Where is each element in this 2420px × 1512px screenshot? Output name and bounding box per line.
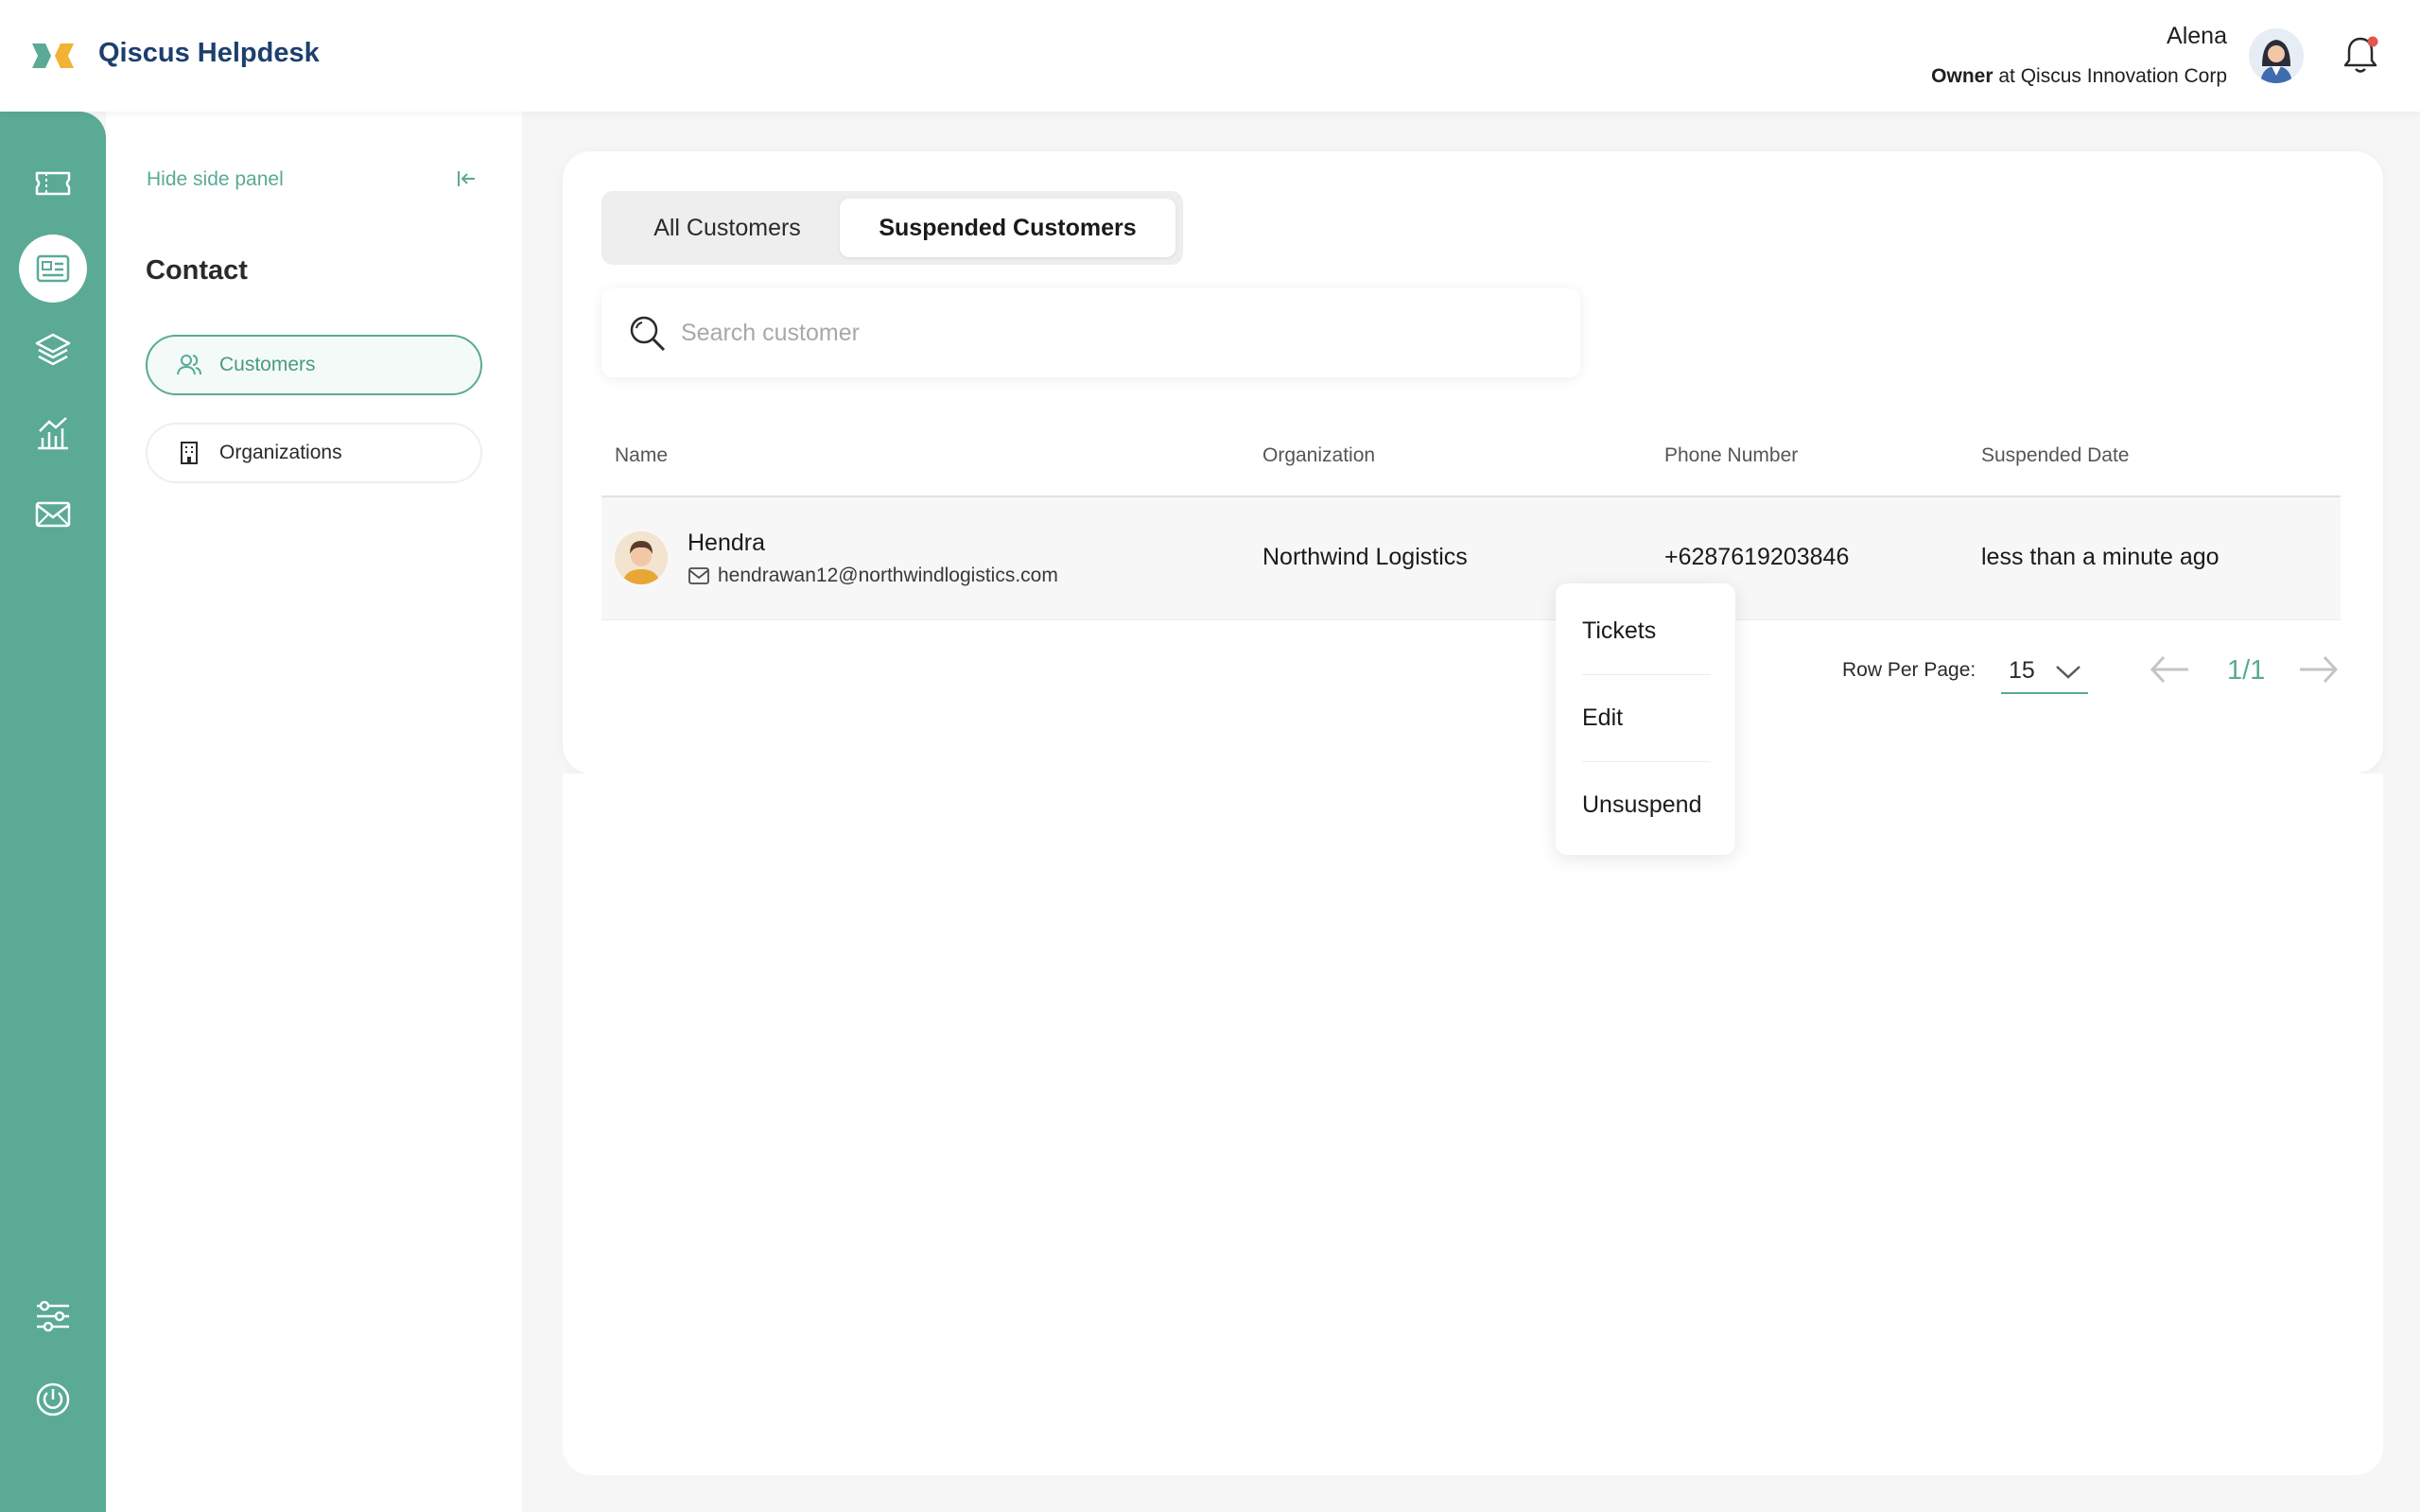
column-header-organization: Organization bbox=[1262, 444, 1376, 466]
user-avatar[interactable] bbox=[2249, 28, 2304, 83]
tab-suspended-customers[interactable]: Suspended Customers bbox=[840, 199, 1175, 257]
customer-avatar-icon bbox=[615, 531, 668, 584]
user-name: Alena bbox=[2167, 23, 2227, 49]
rail-layers-button[interactable] bbox=[19, 316, 87, 384]
customer-organization: Northwind Logistics bbox=[1262, 544, 1468, 570]
search-icon bbox=[630, 316, 666, 352]
qiscus-logo-icon bbox=[32, 43, 74, 68]
side-nav-customers[interactable]: Customers bbox=[146, 335, 482, 395]
side-nav-organizations-label: Organizations bbox=[219, 442, 342, 463]
user-role-line: Owner at Qiscus Innovation Corp bbox=[1931, 65, 2227, 88]
rows-per-page-value: 15 bbox=[2009, 657, 2035, 684]
side-panel bbox=[106, 112, 522, 1512]
customer-tabs: All Customers Suspended Customers bbox=[601, 191, 1183, 265]
side-nav-customers-label: Customers bbox=[219, 354, 316, 375]
customer-email: hendrawan12@northwindlogistics.com bbox=[718, 565, 1058, 586]
rail-contact-button[interactable] bbox=[19, 235, 87, 303]
rows-per-page-label: Row Per Page: bbox=[1842, 659, 1976, 681]
contact-card-icon bbox=[36, 254, 70, 283]
user-role: Owner bbox=[1931, 65, 1993, 87]
ticket-icon bbox=[35, 171, 71, 196]
customer-suspended-date: less than a minute ago bbox=[1981, 544, 2220, 570]
email-icon bbox=[688, 567, 709, 584]
menu-item-unsuspend[interactable]: Unsuspend bbox=[1582, 791, 1711, 819]
top-header: Qiscus Helpdesk Alena Owner at Qiscus In… bbox=[0, 0, 2420, 112]
column-header-suspended-date: Suspended Date bbox=[1981, 444, 2130, 466]
users-icon bbox=[177, 355, 201, 375]
building-icon bbox=[181, 442, 198, 464]
content-area bbox=[563, 773, 2383, 1475]
settings-sliders-icon bbox=[37, 1300, 69, 1332]
layers-icon bbox=[35, 333, 71, 366]
previous-page-arrow-icon[interactable] bbox=[2149, 654, 2190, 685]
search-input[interactable] bbox=[681, 307, 1560, 358]
notification-bell-icon[interactable] bbox=[2342, 34, 2379, 76]
hide-side-panel-link[interactable]: Hide side panel bbox=[147, 168, 284, 191]
power-icon bbox=[36, 1382, 70, 1416]
icon-rail bbox=[0, 112, 106, 1512]
user-company: Qiscus Innovation Corp bbox=[2020, 65, 2227, 87]
tab-all-customers[interactable]: All Customers bbox=[609, 199, 845, 257]
next-page-arrow-icon[interactable] bbox=[2298, 654, 2340, 685]
rail-power-button[interactable] bbox=[19, 1365, 87, 1434]
rail-ticket-button[interactable] bbox=[19, 149, 87, 217]
chevron-down-icon bbox=[2056, 666, 2081, 679]
menu-item-tickets[interactable]: Tickets bbox=[1582, 617, 1711, 645]
side-panel-title: Contact bbox=[146, 255, 248, 286]
customer-name[interactable]: Hendra bbox=[688, 530, 765, 557]
menu-divider bbox=[1582, 761, 1711, 762]
rail-mail-button[interactable] bbox=[19, 480, 87, 548]
user-avatar-icon bbox=[2249, 28, 2304, 83]
collapse-left-icon[interactable] bbox=[456, 168, 477, 189]
rail-analytics-button[interactable] bbox=[19, 399, 87, 467]
user-role-connector: at bbox=[1998, 65, 2015, 87]
rail-settings-button[interactable] bbox=[19, 1282, 87, 1350]
side-nav-organizations[interactable]: Organizations bbox=[146, 423, 482, 483]
column-header-phone: Phone Number bbox=[1664, 444, 1799, 466]
page-indicator: 1/1 bbox=[2227, 655, 2266, 686]
row-action-menu: Tickets Edit Unsuspend bbox=[1556, 583, 1735, 855]
column-header-name: Name bbox=[615, 444, 669, 466]
app-title: Qiscus Helpdesk bbox=[98, 38, 320, 68]
customer-phone: +6287619203846 bbox=[1664, 544, 1850, 570]
customer-avatar bbox=[615, 531, 668, 584]
analytics-icon bbox=[38, 417, 68, 450]
mail-icon bbox=[35, 501, 71, 528]
menu-divider bbox=[1582, 674, 1711, 675]
menu-item-edit[interactable]: Edit bbox=[1582, 704, 1711, 732]
